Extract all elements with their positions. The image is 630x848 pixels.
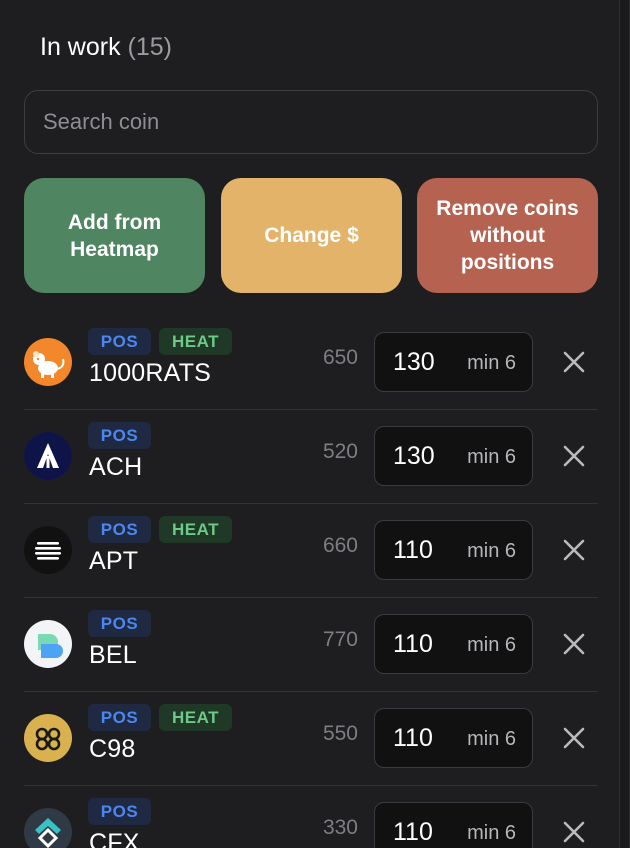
coin-amount: 660 bbox=[322, 534, 358, 557]
coin-value: 130 bbox=[393, 348, 435, 376]
coin-row: POS HEAT C98 550 110 min 6 bbox=[24, 692, 598, 786]
pos-badge: POS bbox=[88, 422, 151, 449]
in-work-panel: In work (15) Add from Heatmap Change $ R… bbox=[0, 0, 630, 848]
panel-edge bbox=[619, 0, 629, 848]
remove-coins-label: Remove coins without positions bbox=[436, 197, 579, 274]
pos-badge: POS bbox=[88, 704, 151, 731]
coin-min-hint: min 6 bbox=[467, 822, 516, 844]
search-input[interactable] bbox=[43, 109, 579, 135]
coin-symbol: 1000RATS bbox=[89, 359, 212, 387]
pos-badge: POS bbox=[88, 610, 151, 637]
heat-badge: HEAT bbox=[159, 516, 232, 543]
coin-amount: 550 bbox=[322, 722, 358, 745]
add-from-heatmap-label: Add from Heatmap bbox=[67, 210, 162, 261]
coin-row: POS HEAT APT 660 110 min 6 bbox=[24, 504, 598, 598]
rat-icon bbox=[24, 338, 72, 386]
coin-value: 110 bbox=[393, 724, 433, 752]
title-text: In work bbox=[40, 33, 121, 61]
coin-value: 110 bbox=[393, 630, 433, 658]
coin-amount: 330 bbox=[322, 816, 358, 839]
remove-coin-close-icon[interactable] bbox=[560, 536, 588, 564]
coin-symbol: ACH bbox=[89, 453, 143, 481]
remove-coin-close-icon[interactable] bbox=[560, 442, 588, 470]
heat-badge: HEAT bbox=[159, 704, 232, 731]
coin-symbol: BEL bbox=[89, 641, 137, 669]
coin-min-hint: min 6 bbox=[467, 728, 516, 750]
c98-icon bbox=[24, 714, 72, 762]
coin-amount: 650 bbox=[322, 346, 358, 369]
coin-value: 110 bbox=[393, 536, 433, 564]
remove-coin-close-icon[interactable] bbox=[560, 348, 588, 376]
coin-value-input[interactable]: 130 min 6 bbox=[374, 332, 533, 392]
aptos-icon bbox=[24, 526, 72, 574]
coin-value-input[interactable]: 110 min 6 bbox=[374, 802, 533, 848]
coin-value: 130 bbox=[393, 442, 435, 470]
coin-value-input[interactable]: 110 min 6 bbox=[374, 520, 533, 580]
change-amount-button[interactable]: Change $ bbox=[221, 178, 402, 293]
change-amount-label: Change $ bbox=[264, 224, 359, 247]
coin-value-input[interactable]: 130 min 6 bbox=[374, 426, 533, 486]
coin-value-input[interactable]: 110 min 6 bbox=[374, 708, 533, 768]
panel-title: In work (15) bbox=[40, 32, 172, 62]
coin-symbol: CFX bbox=[89, 829, 140, 848]
coin-symbol: APT bbox=[89, 547, 139, 575]
coin-row: POS HEAT 1000RATS 650 130 min 6 bbox=[24, 316, 598, 410]
coin-row: POS ACH 520 130 min 6 bbox=[24, 410, 598, 504]
alchemy-icon bbox=[24, 432, 72, 480]
coin-row: POS CFX 330 110 min 6 bbox=[24, 786, 598, 848]
remove-coin-close-icon[interactable] bbox=[560, 724, 588, 752]
heat-badge: HEAT bbox=[159, 328, 232, 355]
remove-coins-without-positions-button[interactable]: Remove coins without positions bbox=[417, 178, 598, 293]
add-from-heatmap-button[interactable]: Add from Heatmap bbox=[24, 178, 205, 293]
coin-amount: 520 bbox=[322, 440, 358, 463]
remove-coin-close-icon[interactable] bbox=[560, 818, 588, 846]
coin-min-hint: min 6 bbox=[467, 634, 516, 656]
bella-icon bbox=[24, 620, 72, 668]
pos-badge: POS bbox=[88, 328, 151, 355]
remove-coin-close-icon[interactable] bbox=[560, 630, 588, 658]
coin-min-hint: min 6 bbox=[467, 446, 516, 468]
conflux-icon bbox=[24, 808, 72, 848]
coin-min-hint: min 6 bbox=[467, 540, 516, 562]
coin-value-input[interactable]: 110 min 6 bbox=[374, 614, 533, 674]
pos-badge: POS bbox=[88, 798, 151, 825]
coin-row: POS BEL 770 110 min 6 bbox=[24, 598, 598, 692]
coin-amount: 770 bbox=[322, 628, 358, 651]
coin-symbol: C98 bbox=[89, 735, 136, 763]
pos-badge: POS bbox=[88, 516, 151, 543]
title-count: (15) bbox=[127, 33, 173, 61]
search-box bbox=[24, 90, 598, 154]
coin-min-hint: min 6 bbox=[467, 352, 516, 374]
coin-value: 110 bbox=[393, 818, 433, 846]
